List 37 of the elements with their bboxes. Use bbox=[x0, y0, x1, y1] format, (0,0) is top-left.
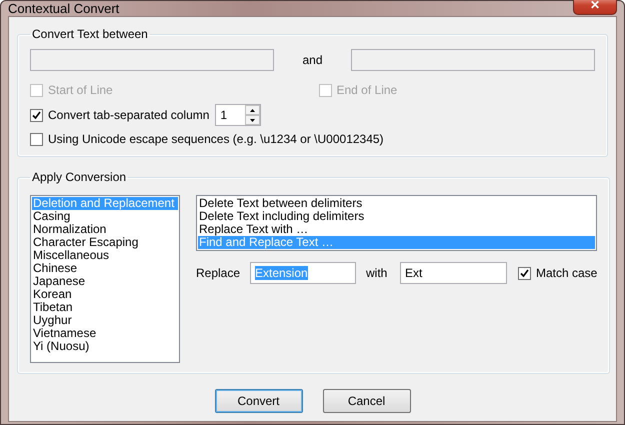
checkbox-label: Using Unicode escape sequences (e.g. \u1234 or \U00012345) bbox=[48, 132, 384, 146]
operation-item[interactable]: Delete Text between delimiters bbox=[198, 197, 596, 210]
category-item[interactable]: Uyghur bbox=[32, 314, 178, 327]
category-item[interactable]: Japanese bbox=[32, 275, 178, 288]
replace-label: Replace bbox=[196, 266, 242, 280]
category-item[interactable]: Casing bbox=[32, 210, 178, 223]
category-item[interactable]: Miscellaneous bbox=[32, 249, 178, 262]
checkbox-label: End of Line bbox=[336, 83, 398, 97]
dialog-button[interactable]: Convert bbox=[214, 389, 302, 413]
checkbox-label: Match case bbox=[536, 266, 598, 280]
category-item[interactable]: Korean bbox=[32, 288, 178, 301]
group-title: Convert Text between bbox=[31, 27, 149, 41]
category-item[interactable]: Chinese bbox=[32, 262, 178, 275]
with-label: with bbox=[365, 266, 388, 280]
down-arrow-icon[interactable] bbox=[250, 118, 256, 122]
column-spinner[interactable]: 1 bbox=[215, 104, 262, 126]
category-item[interactable]: Normalization bbox=[32, 223, 178, 236]
category-item[interactable]: Tibetan bbox=[32, 301, 178, 314]
window-title: Contextual Convert bbox=[8, 1, 120, 16]
and-label: and bbox=[301, 53, 324, 67]
checkbox[interactable] bbox=[518, 266, 531, 280]
checkbox-label: Start of Line bbox=[48, 83, 113, 97]
with-field[interactable]: Ext bbox=[400, 262, 507, 284]
group-title: Apply Conversion bbox=[31, 170, 128, 184]
close-button[interactable]: ✕ bbox=[573, 0, 617, 14]
end-delimiter-field[interactable] bbox=[350, 49, 595, 71]
operation-item[interactable]: Delete Text including delimiters bbox=[198, 210, 596, 223]
checkbox[interactable] bbox=[30, 108, 43, 122]
category-item[interactable]: Yi (Nuosu) bbox=[32, 340, 178, 353]
checkbox-label: Convert tab-separated column bbox=[48, 108, 210, 122]
checkbox[interactable] bbox=[30, 132, 43, 146]
operation-item[interactable]: Replace Text with … bbox=[198, 223, 596, 236]
category-item[interactable]: Vietnamese bbox=[32, 327, 178, 340]
start-delimiter-field[interactable] bbox=[30, 49, 274, 71]
category-item[interactable]: Character Escaping bbox=[32, 236, 178, 249]
dialog-button[interactable]: Cancel bbox=[322, 389, 410, 413]
up-arrow-icon[interactable] bbox=[250, 108, 256, 112]
